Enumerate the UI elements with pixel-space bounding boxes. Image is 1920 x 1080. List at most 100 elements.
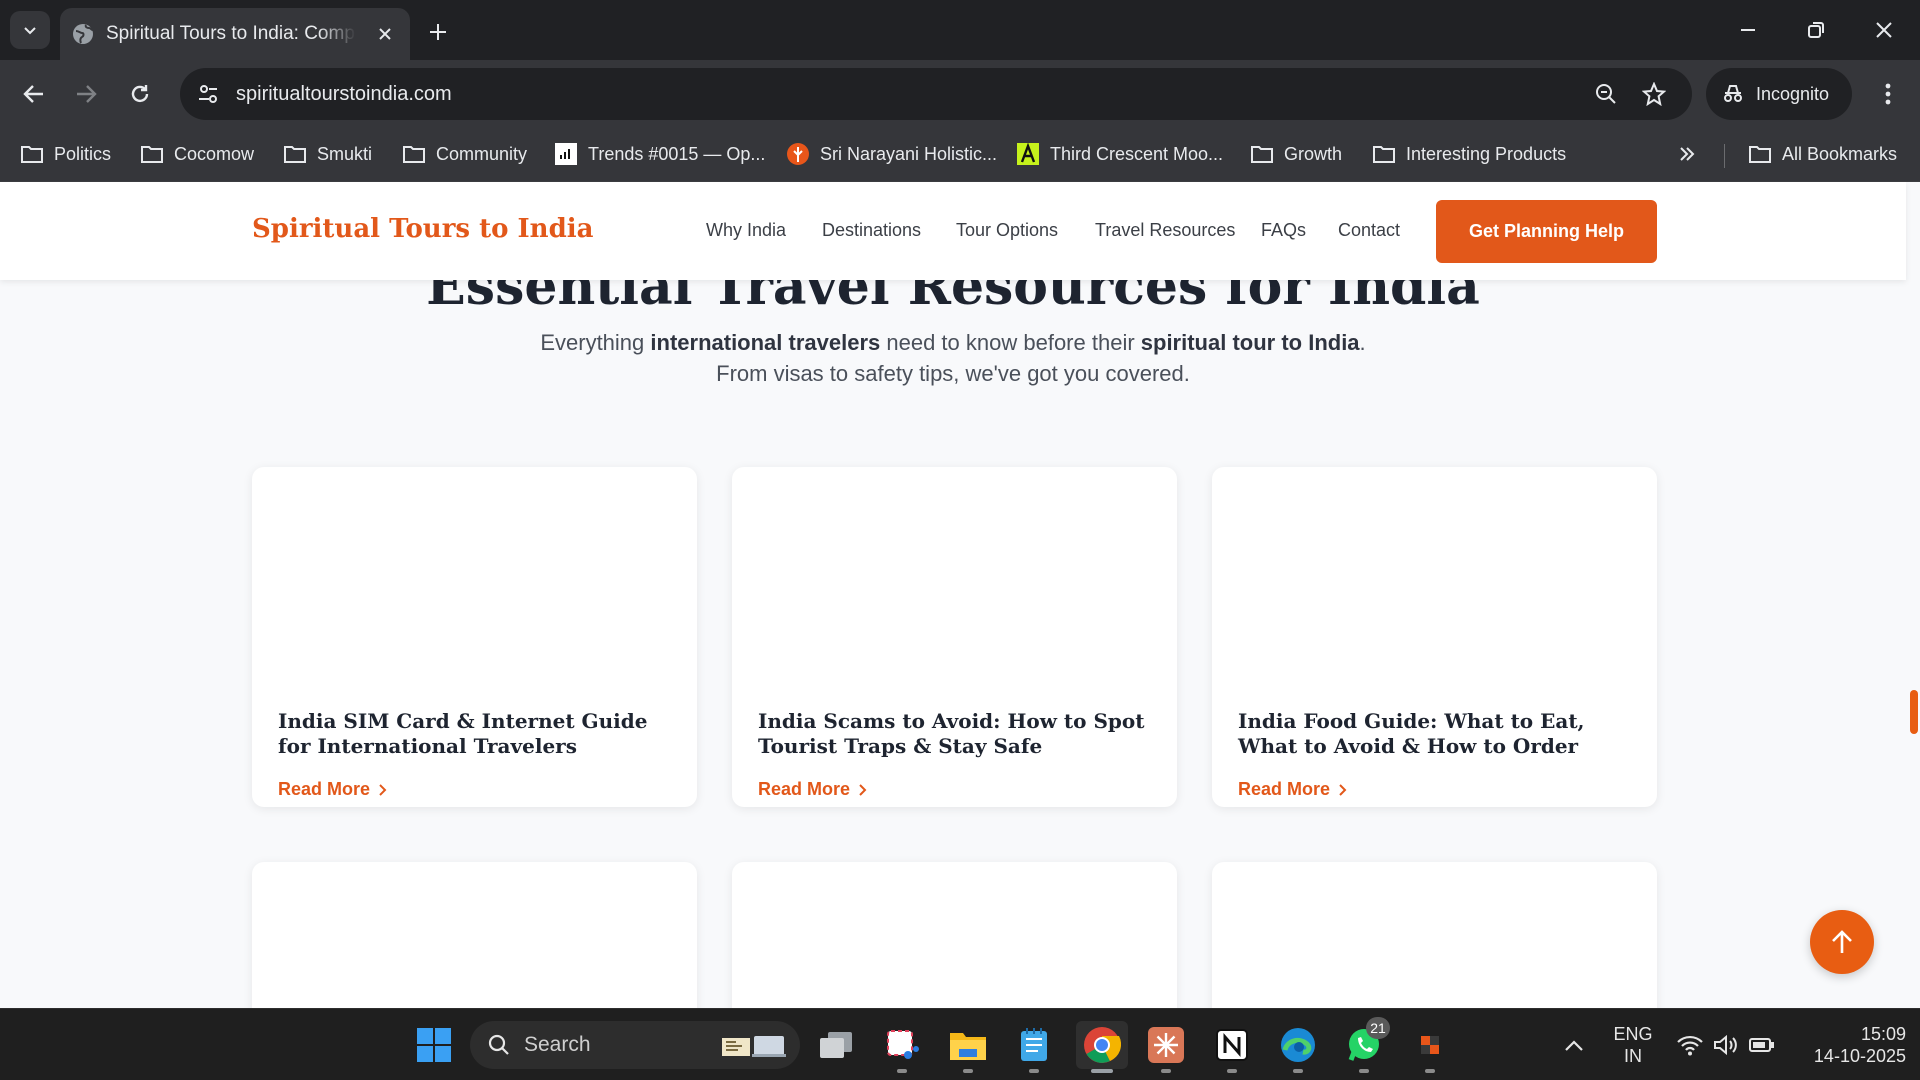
read-more-link[interactable]: Read More xyxy=(1238,779,1348,800)
site-info-button[interactable] xyxy=(188,74,228,114)
section-subtitle-line1: Everything international travelers need … xyxy=(540,330,1366,355)
nav-faqs[interactable]: FAQs xyxy=(1261,220,1306,241)
restore-icon xyxy=(1808,22,1824,38)
notion-button[interactable] xyxy=(1208,1021,1256,1073)
forward-button[interactable] xyxy=(66,74,106,114)
page-scrollbar[interactable] xyxy=(1906,182,1920,1008)
new-tab-button[interactable] xyxy=(422,16,454,48)
edge-button[interactable] xyxy=(1274,1021,1322,1073)
running-indicator xyxy=(1227,1069,1237,1073)
address-bar[interactable]: spiritualtourstoindia.com xyxy=(180,68,1692,120)
running-indicator xyxy=(1425,1069,1435,1073)
notepad-button[interactable] xyxy=(1010,1021,1058,1073)
browser-tab[interactable]: Spiritual Tours to India: Complete xyxy=(60,8,410,60)
search-highlight-icon xyxy=(722,1036,786,1057)
running-indicator xyxy=(1293,1069,1303,1073)
bookmark-interesting-products[interactable]: Interesting Products xyxy=(1372,138,1566,170)
bookmark-growth[interactable]: Growth xyxy=(1250,138,1342,170)
running-indicator xyxy=(1029,1069,1039,1073)
chrome-button[interactable] xyxy=(1076,1021,1128,1073)
read-more-link[interactable]: Read More xyxy=(758,779,868,800)
minimize-icon xyxy=(1741,29,1755,31)
globe-icon xyxy=(73,24,94,44)
read-more-link[interactable]: Read More xyxy=(278,779,388,800)
incognito-indicator[interactable]: Incognito xyxy=(1706,68,1852,120)
tab-search-button[interactable] xyxy=(10,11,50,49)
back-button[interactable] xyxy=(14,74,54,114)
all-bookmarks-button[interactable]: All Bookmarks xyxy=(1748,138,1897,170)
file-explorer-button[interactable] xyxy=(944,1021,992,1073)
bookmark-politics[interactable]: Politics xyxy=(20,138,111,170)
nav-travel-resources[interactable]: Travel Resources xyxy=(1095,220,1235,241)
resource-card[interactable] xyxy=(1212,862,1657,1008)
resource-card[interactable]: India SIM Card & Internet Guide for Inte… xyxy=(252,467,697,807)
snipping-tool-button[interactable] xyxy=(878,1021,926,1073)
bookmark-trends[interactable]: Trends #0015 — Op... xyxy=(554,138,765,170)
system-tray-status[interactable] xyxy=(1666,1021,1786,1069)
tab-close-button[interactable] xyxy=(374,23,396,45)
nav-tour-options[interactable]: Tour Options xyxy=(956,220,1058,241)
running-indicator xyxy=(1161,1069,1171,1073)
resource-card[interactable] xyxy=(252,862,697,1008)
bookmark-label: Interesting Products xyxy=(1406,143,1567,164)
edge-icon xyxy=(1281,1028,1315,1062)
arrow-up-icon xyxy=(1832,930,1852,953)
nav-why-india[interactable]: Why India xyxy=(706,220,786,241)
bookmark-label: Sri Narayani Holistic... xyxy=(820,143,998,164)
scrollbar-thumb[interactable] xyxy=(1910,690,1918,734)
region-code: IN xyxy=(1624,1046,1642,1066)
browser-menu-button[interactable] xyxy=(1868,74,1908,114)
resource-card[interactable]: India Food Guide: What to Eat, What to A… xyxy=(1212,467,1657,807)
bookmark-sri-narayani[interactable]: Sri Narayani Holistic... xyxy=(786,138,997,170)
card-title: India SIM Card & Internet Guide for Inte… xyxy=(278,709,648,758)
bookmark-label: Growth xyxy=(1284,143,1343,164)
claude-button[interactable] xyxy=(1142,1021,1190,1073)
star-icon xyxy=(1642,82,1666,106)
tab-title: Spiritual Tours to India: Complete xyxy=(106,23,356,44)
chevron-right-icon xyxy=(859,783,867,796)
app-button[interactable] xyxy=(1406,1021,1454,1073)
close-icon xyxy=(379,28,391,40)
restore-button[interactable] xyxy=(1794,10,1838,50)
notification-badge: 21 xyxy=(1366,1017,1390,1039)
section-subtitle-line2: From visas to safety tips, we've got you… xyxy=(716,361,1190,386)
whatsapp-button[interactable]: 21 xyxy=(1340,1017,1390,1073)
clock-date: 14-10-2025 xyxy=(1813,1046,1906,1066)
task-view-button[interactable] xyxy=(812,1021,860,1069)
bookmark-label: Third Crescent Moo... xyxy=(1050,143,1224,164)
folder-icon xyxy=(950,1033,986,1060)
close-window-button[interactable] xyxy=(1862,10,1906,50)
bookmark-third-crescent[interactable]: Third Crescent Moo... xyxy=(1016,138,1223,170)
bookmark-star-button[interactable] xyxy=(1634,74,1674,114)
nav-destinations[interactable]: Destinations xyxy=(822,220,921,241)
get-planning-help-button[interactable]: Get Planning Help xyxy=(1436,200,1657,263)
clock[interactable]: 15:09 14-10-2025 xyxy=(1786,1023,1906,1067)
start-button[interactable] xyxy=(410,1021,458,1069)
zoom-icon xyxy=(1596,84,1616,104)
incognito-icon xyxy=(1724,85,1742,102)
bookmarks-overflow-button[interactable] xyxy=(1678,138,1696,170)
zoom-button[interactable] xyxy=(1586,74,1626,114)
chevron-right-icon xyxy=(379,783,387,796)
show-hidden-icons-button[interactable] xyxy=(1550,1021,1598,1069)
reload-button[interactable] xyxy=(120,74,160,114)
bookmark-smukti[interactable]: Smukti xyxy=(283,138,372,170)
task-view-icon xyxy=(820,1032,852,1058)
resource-card[interactable] xyxy=(732,862,1177,1008)
back-to-top-button[interactable] xyxy=(1810,910,1874,974)
resource-card[interactable]: India Scams to Avoid: How to Spot Touris… xyxy=(732,467,1177,807)
minimize-button[interactable] xyxy=(1726,10,1770,50)
bookmark-cocomow[interactable]: Cocomow xyxy=(140,138,254,170)
bookmarks-divider xyxy=(1724,144,1725,168)
folder-icon xyxy=(1372,142,1396,166)
site-logo[interactable]: Spiritual Tours to India xyxy=(252,214,593,244)
taskbar: Search 21 ENG IN 15:09 14-10-2025 xyxy=(0,1008,1920,1080)
nav-contact[interactable]: Contact xyxy=(1338,220,1400,241)
folder-icon xyxy=(1748,142,1772,166)
running-indicator xyxy=(963,1069,973,1073)
bookmark-community[interactable]: Community xyxy=(402,138,527,170)
taskbar-search[interactable]: Search xyxy=(470,1021,800,1069)
clock-time: 15:09 xyxy=(1860,1024,1906,1044)
volume-icon xyxy=(1714,1034,1737,1056)
language-indicator[interactable]: ENG IN xyxy=(1608,1023,1658,1067)
